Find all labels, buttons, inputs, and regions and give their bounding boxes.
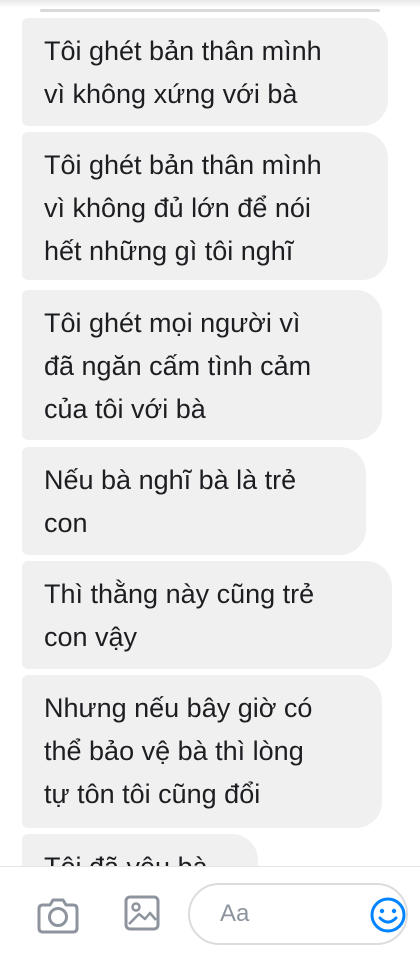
smiley-icon <box>370 897 406 933</box>
scroll-divider <box>40 9 380 12</box>
message-input-placeholder: Aa <box>220 900 250 927</box>
message-bubble[interactable]: Tôi ghét mọi người vì đã ngăn cấm tình c… <box>22 290 382 440</box>
emoji-button[interactable] <box>366 893 410 937</box>
message-bubble[interactable]: Nhưng nếu bây giờ có thể bảo vệ bà thì l… <box>22 675 382 828</box>
message-bubble[interactable]: Nếu bà nghĩ bà là trẻ con <box>22 447 366 555</box>
message-composer: Aa <box>0 866 420 960</box>
camera-icon <box>37 898 79 934</box>
message-bubble-partial[interactable]: Tôi đã yêu bà <box>22 834 258 868</box>
gallery-button[interactable] <box>120 891 164 935</box>
camera-button[interactable] <box>34 893 82 937</box>
message-bubble[interactable]: Tôi ghét bản thân mình vì không xứng với… <box>22 18 388 126</box>
message-bubble[interactable]: Thì thằng này cũng trẻ con vậy <box>22 561 392 669</box>
message-bubble[interactable]: Tôi ghét bản thân mình vì không đủ lớn đ… <box>22 132 388 280</box>
message-thread[interactable]: Tôi ghét bản thân mình vì không xứng với… <box>0 0 420 868</box>
image-icon <box>124 895 160 931</box>
messenger-screen: Tôi ghét bản thân mình vì không xứng với… <box>0 0 420 960</box>
top-edge <box>0 0 420 8</box>
